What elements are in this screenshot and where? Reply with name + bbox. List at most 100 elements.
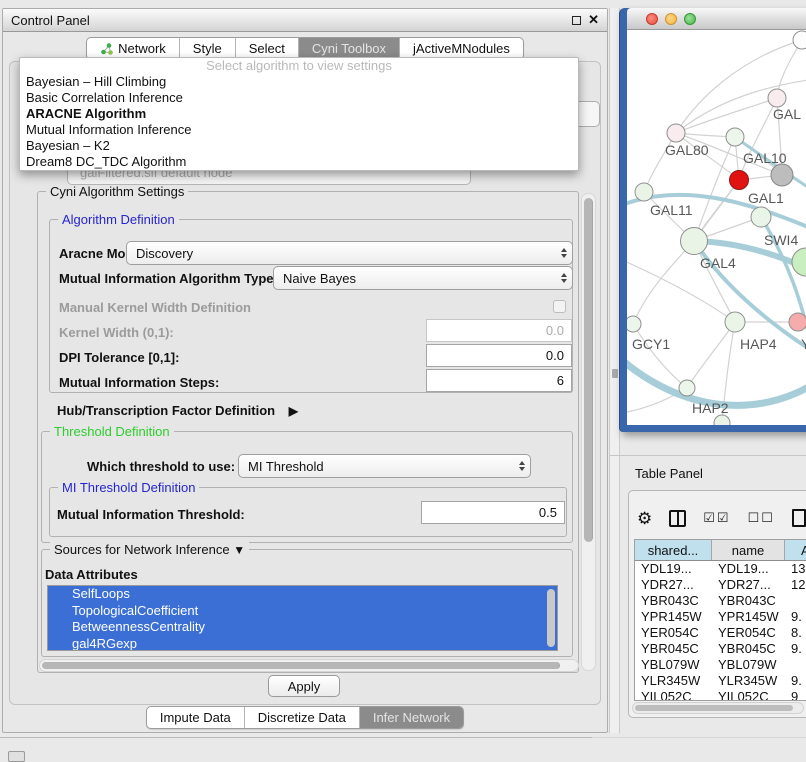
aracne-mode-value: Discovery: [136, 246, 193, 261]
network-node-gal1-red[interactable]: [730, 171, 749, 190]
document-icon[interactable]: [792, 509, 806, 527]
manual-kernel-checkbox[interactable]: [553, 300, 566, 313]
network-icon: [100, 42, 113, 55]
list-item[interactable]: gal4RGexp: [48, 636, 557, 652]
table-row[interactable]: YIL052CYIL052C9: [635, 689, 806, 701]
tab-select[interactable]: Select: [236, 38, 299, 59]
network-node[interactable]: [768, 89, 786, 107]
column-header-name[interactable]: name: [712, 540, 785, 560]
network-node-salmon[interactable]: [789, 313, 806, 331]
list-item[interactable]: SelfLoops: [48, 586, 557, 603]
checked-checkboxes-icon[interactable]: ☑☑: [703, 510, 730, 526]
zoom-traffic-light-icon[interactable]: [684, 13, 696, 25]
apply-button[interactable]: Apply: [268, 675, 340, 697]
cyni-algorithm-settings-title: Cyni Algorithm Settings: [46, 184, 188, 199]
node-label: Y: [801, 336, 806, 352]
network-node[interactable]: [793, 31, 806, 49]
network-node-gal11[interactable]: [635, 183, 653, 201]
mi-algorithm-type-combobox[interactable]: Naive Bayes: [273, 266, 573, 290]
network-node[interactable]: [714, 415, 730, 425]
tab-infer-network-label: Infer Network: [373, 710, 450, 725]
table-row[interactable]: YDR27...YDR27...12: [635, 577, 806, 593]
mi-threshold-label: Mutual Information Threshold:: [57, 507, 245, 522]
table-panel-toolbar: ⚙ ☑☑ ☐☐: [637, 503, 806, 533]
close-icon[interactable]: ✕: [588, 12, 599, 28]
algorithm-option[interactable]: Bayesian – K2: [20, 138, 578, 154]
which-threshold-label: Which threshold to use:: [87, 459, 235, 474]
list-item[interactable]: BetweennessCentrality: [48, 619, 557, 636]
network-node-gray[interactable]: [771, 164, 793, 186]
aracne-mode-combobox[interactable]: Discovery: [126, 241, 573, 265]
tab-style[interactable]: Style: [180, 38, 236, 59]
table-row[interactable]: YLR345WYLR345W9.: [635, 673, 806, 689]
stepper-arrows-icon: [519, 461, 525, 471]
mi-threshold-field[interactable]: 0.5: [421, 501, 565, 524]
tab-impute-data[interactable]: Impute Data: [147, 707, 245, 728]
hidden-combobox-fragment: [577, 101, 600, 127]
network-canvas[interactable]: GAL GAL80 GAL10 GAL1 GAL11 SWI4 GAL4 GCY…: [627, 30, 806, 425]
dpi-tolerance-field[interactable]: 0.0: [426, 344, 572, 367]
table-row[interactable]: YPR145WYPR145W9.: [635, 609, 806, 625]
which-threshold-combobox[interactable]: MI Threshold: [238, 454, 531, 478]
table-horizontal-scrollbar[interactable]: [632, 702, 804, 714]
close-traffic-light-icon[interactable]: [646, 13, 658, 25]
algorithm-definition-title: Algorithm Definition: [58, 212, 179, 227]
unchecked-checkboxes-icon[interactable]: ☐☐: [748, 510, 775, 526]
table-row[interactable]: YBL079WYBL079W: [635, 657, 806, 673]
list-item[interactable]: TopologicalCoefficient: [48, 603, 557, 620]
control-panel-titlebar[interactable]: Control Panel ✕: [3, 9, 607, 32]
bottom-divider-light: [592, 737, 806, 738]
network-node-hap4[interactable]: [725, 312, 745, 332]
network-node-gal10[interactable]: [726, 128, 744, 146]
network-node-gal4[interactable]: [681, 228, 708, 255]
column-header-partial[interactable]: A: [785, 540, 806, 560]
settings-vertical-scrollbar[interactable]: [581, 193, 596, 671]
tab-cyni-toolbox[interactable]: Cyni Toolbox: [299, 38, 400, 59]
network-view-window[interactable]: GAL GAL80 GAL10 GAL1 GAL11 SWI4 GAL4 GCY…: [620, 8, 806, 432]
algorithm-option[interactable]: Mutual Information Inference: [20, 122, 578, 138]
tab-jactivemnodules[interactable]: jActiveMNodules: [400, 38, 523, 59]
algorithm-option[interactable]: Bayesian – Hill Climbing: [20, 74, 578, 90]
mi-algorithm-type-label: Mutual Information Algorithm Type:: [59, 271, 278, 286]
collapsed-panel-button[interactable]: [8, 751, 25, 762]
network-node-green-large[interactable]: [792, 248, 806, 276]
minimize-traffic-light-icon[interactable]: [665, 13, 677, 25]
table-panel: ⚙ ☑☑ ☐☐ shared... name A YDL19...YDL19..…: [628, 490, 806, 718]
network-window-titlebar[interactable]: [627, 8, 806, 30]
bottom-divider: [0, 737, 592, 738]
data-attributes-list[interactable]: SelfLoops TopologicalCoefficient Between…: [47, 585, 558, 651]
tab-infer-network[interactable]: Infer Network: [360, 707, 463, 728]
sources-toggle[interactable]: Sources for Network Inference ▼: [50, 542, 249, 557]
node-table[interactable]: shared... name A YDL19...YDL19...13 YDR2…: [634, 539, 806, 701]
stepper-arrows-icon: [561, 273, 567, 283]
algorithm-option-selected[interactable]: ARACNE Algorithm: [20, 106, 578, 122]
node-label: GAL: [773, 106, 801, 122]
columns-icon[interactable]: [669, 510, 686, 527]
tab-network[interactable]: Network: [87, 38, 180, 59]
network-node-hap2[interactable]: [679, 380, 695, 396]
algorithm-option[interactable]: Basic Correlation Inference: [20, 90, 578, 106]
gear-icon[interactable]: ⚙: [637, 510, 652, 527]
hub-tf-definition-toggle[interactable]: Hub/Transcription Factor Definition ▶: [57, 403, 298, 418]
sources-title: Sources for Network Inference: [54, 542, 230, 557]
node-label: SWI4: [764, 232, 798, 248]
kernel-width-field[interactable]: 0.0: [426, 319, 572, 342]
splitter-grip[interactable]: [612, 369, 618, 378]
column-header-shared-name[interactable]: shared...: [635, 540, 712, 560]
mi-algorithm-type-value: Naive Bayes: [283, 271, 356, 286]
float-window-icon[interactable]: [572, 16, 581, 25]
table-row[interactable]: YER054CYER054C8.: [635, 625, 806, 641]
network-node-gal80[interactable]: [667, 124, 685, 142]
network-node-gcy1[interactable]: [627, 316, 641, 332]
settings-horizontal-scrollbar[interactable]: [39, 659, 579, 672]
mi-steps-field[interactable]: 6: [426, 369, 572, 392]
table-row[interactable]: YBR043CYBR043C: [635, 593, 806, 609]
list-scrollbar-thumb[interactable]: [547, 589, 555, 647]
table-row[interactable]: YDL19...YDL19...13: [635, 561, 806, 577]
control-panel-window: Control Panel ✕ Network Style Select C: [2, 8, 608, 733]
network-node-swi4[interactable]: [751, 207, 771, 227]
algorithm-option[interactable]: Dream8 DC_TDC Algorithm: [20, 154, 578, 170]
tab-discretize-data[interactable]: Discretize Data: [245, 707, 360, 728]
table-row[interactable]: YBR045CYBR045C9.: [635, 641, 806, 657]
tab-discretize-data-label: Discretize Data: [258, 710, 346, 725]
